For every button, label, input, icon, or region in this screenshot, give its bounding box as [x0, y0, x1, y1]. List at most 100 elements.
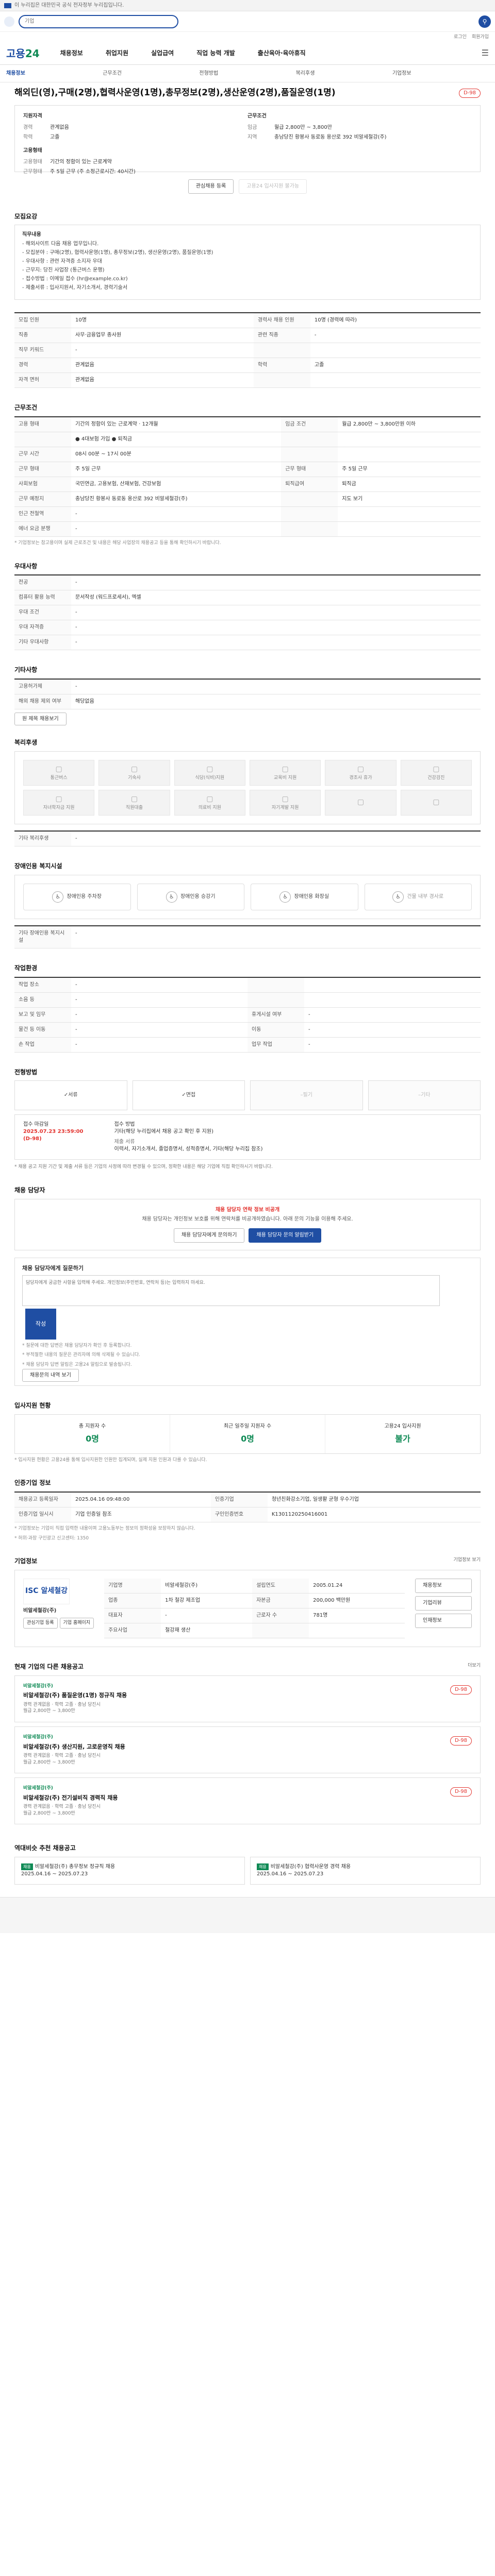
company-side-review[interactable]: 기업리뷰 [415, 1596, 472, 1611]
section-title: 전형방법 [14, 1068, 38, 1076]
recommend-title[interactable]: 비알세철강(주) 협력사운영 경력 채용 [271, 1864, 351, 1870]
row-value: 국민연금, 고용보험, 산재보험, 건강보험 [71, 477, 282, 493]
gnb-item-parental[interactable]: 출산육아·육아휴직 [258, 49, 306, 58]
tab-company[interactable]: 기업정보 [392, 70, 489, 77]
table-row: 소음 등- [14, 992, 481, 1008]
table-row: 컴퓨터 활용 능력 문서작성 (워드프로세서), 엑셀 [14, 590, 481, 606]
row-label [281, 432, 338, 448]
section-title: 입사지원 현황 [14, 1402, 51, 1410]
tab-method[interactable]: 전형방법 [199, 70, 295, 77]
table-row: 모집 인원 10명 경력사 채용 인원 10명 (경력에 따라) [14, 313, 481, 329]
tab-condition[interactable]: 근무조건 [103, 70, 199, 77]
search-icon[interactable]: ⚲ [478, 15, 491, 28]
dday-badge: D-98 [458, 89, 481, 98]
table-row: 주요사업 철강재 생산 [104, 1623, 405, 1638]
section-etc: 기타사항 고용허가제 - 해외 채용 제외 여부 해당없음 원 제목 채용보기 [14, 663, 481, 726]
gnb-item-benefit[interactable]: 실업급여 [151, 49, 174, 58]
list-item[interactable]: 비알세철강(주) 비알세철강(주) 생산지원, 고로운영직 채용 경력 관계없음 ·… [14, 1726, 481, 1774]
welfare-icon: ▢ [206, 794, 213, 803]
tab-welfare[interactable]: 복리후생 [296, 70, 392, 77]
section-title: 채용 담당자 [14, 1187, 45, 1194]
list-item[interactable]: 비알세철강(주) 비알세철강(주) 전기설비직 경력직 채용 경력 관계없음 · 학… [14, 1777, 481, 1825]
table-row: 손 작업 - 업무 작업 - [14, 1037, 481, 1053]
company-home-button[interactable]: 기업 홈페이지 [59, 1617, 94, 1629]
signup-link[interactable]: 회원가입 [472, 34, 489, 41]
etc-table: 고용허가제 - 해외 채용 제외 여부 해당없음 [14, 679, 481, 710]
recommend-card[interactable]: 채용 비알세철강(주) 총무정보 정규직 채용 2025.04.16 ~ 2025.… [14, 1857, 245, 1885]
welfare-label: 기숙사 [128, 775, 141, 781]
section-contact: 채용 담당자 채용 담당자 연락 정보 비공개 채용 담당자는 개인정보 보호를… [14, 1183, 481, 1386]
view-original-button[interactable]: 원 제목 채용보기 [14, 713, 67, 726]
row-label: 고용허가제 [14, 679, 71, 695]
section-company: 기업정보 기업정보 보기 ISC 알세철강 비알세철강(주) 관심기업 등록 기업… [14, 1554, 481, 1647]
company-name: 비알세철강(주) [23, 1607, 57, 1614]
recommend-card[interactable]: 채용 비알세철강(주) 협력사운영 경력 채용 2025.04.16 ~ 2025.… [250, 1857, 481, 1885]
gov-banner: 이 누리집은 대한민국 공식 전자정부 누리집입니다. [0, 0, 495, 11]
table-row: 인근 전철역 - [14, 506, 481, 522]
listing-title[interactable]: 비알세철강(주) 생산지원, 고로운영직 채용 [23, 1743, 125, 1751]
company-logo: ISC 알세철강 [23, 1578, 70, 1604]
company-more-link[interactable]: 기업정보 보기 [453, 1557, 481, 1564]
listing-title[interactable]: 비알세철강(주) 품질운영(1명) 정규직 채용 [23, 1691, 127, 1699]
title-area: 해외딘(영),구매(2명),협력사운영(1명),총무정보(2명),생산운영(2명… [0, 82, 495, 100]
gnb-item-support[interactable]: 취업지원 [106, 49, 128, 58]
table-row: 직종 사무·금융업무 종사원 관련 직종 - [14, 328, 481, 344]
row-label: 인증기업 [210, 1492, 268, 1507]
question-history-button[interactable]: 채용문의 내역 보기 [22, 1369, 79, 1382]
same-company-list: 비알세철강(주) 비알세철강(주) 품질운영(1명) 정규직 채용 경력 관계없음 … [14, 1675, 481, 1825]
company-fav-button[interactable]: 관심기업 등록 [23, 1617, 58, 1629]
search-input[interactable] [19, 14, 178, 28]
welfare-grid: ▢ 통근버스 ▢ 기숙사 ▢ 식당(식비)지원 ▢ 교육비 지원 ▢ 경조사 휴가 ▢ 건강검진 ▢ 자녀… [14, 751, 481, 825]
contact-notify-button[interactable]: 채용 담당자 문의 알림받기 [249, 1228, 322, 1243]
job-desc-line: - 근무지: 당진 사업장 (통근버스 운행) [22, 267, 105, 274]
summary-value: 고졸 [50, 134, 60, 140]
company-card: ISC 알세철강 비알세철강(주) 관심기업 등록 기업 홈페이지 기업명 비알세… [14, 1569, 481, 1647]
row-value: 관계없음 [71, 358, 254, 374]
listing-salary: 월급 2,800만 ~ 3,800만 [23, 1810, 75, 1816]
section-cert: 인증기업 정보 채용공고 등록일자 2025.04.16 09:48:00 인증기업… [14, 1476, 481, 1541]
method-sub-value: 이력서, 자기소개서, 졸업증명서, 성적증명서, 기타(해당 누리집 참조) [114, 1146, 263, 1153]
contact-alert-head: 채용 담당자 연락 정보 비공개 [215, 1207, 280, 1213]
listing-title[interactable]: 비알세철강(주) 전기설비직 경력직 채용 [23, 1794, 118, 1802]
tab-recruit[interactable]: 채용정보 [6, 70, 103, 77]
condition-note: * 기업정보는 참고용이며 실제 근로조건 및 내용은 해당 사업장의 채용공고… [14, 540, 221, 546]
job-desc-line: - 모집분야 : 구매(2명), 협력사운영(1명), 총무정보(2명), 생산… [22, 250, 213, 256]
row-label [253, 372, 310, 388]
list-item[interactable]: 비알세철강(주) 비알세철강(주) 품질운영(1명) 정규직 채용 경력 관계없음 … [14, 1675, 481, 1722]
apply-button[interactable]: 고용24 입사지원 불가능 [239, 179, 307, 194]
row-label: 우대 조건 [14, 605, 71, 621]
summary-value: 관계없음 [50, 124, 69, 130]
table-row: 대표자 - 근로자 수 781명 [104, 1608, 405, 1623]
question-input[interactable] [22, 1275, 440, 1307]
site-logo[interactable]: 고용24 [6, 46, 40, 61]
hamburger-menu-icon[interactable]: ☰ [482, 47, 489, 59]
row-label: 작업 장소 [14, 977, 71, 993]
row-value: 주 5일 근무 [338, 462, 481, 478]
contact-ask-button[interactable]: 채용 담당자에게 문의하기 [173, 1228, 245, 1243]
row-value [338, 521, 481, 537]
row-label: 근무 형태 [14, 462, 71, 478]
accessibility-icon: ♿ [52, 891, 64, 903]
table-row: 인증기업 일시시 기업 인증일 참조 구인인증번호 K1301120250416001 [14, 1507, 481, 1522]
login-link[interactable]: 로그인 [454, 34, 467, 41]
company-side-jobs[interactable]: 채용정보 [415, 1578, 472, 1593]
same-more-link[interactable]: 더보기 [468, 1663, 481, 1669]
welfare-card: ▢ [325, 790, 397, 816]
global-nav: 채용정보 취업지원 실업급여 직업 능력 개발 출산육아·육아휴직 [60, 49, 482, 58]
recommend-title[interactable]: 비알세철강(주) 총무정보 정규직 채용 [35, 1864, 115, 1870]
question-send-button[interactable]: 작성 [25, 1308, 56, 1340]
summary-value: 기간의 정함이 있는 근로계약 [50, 159, 112, 165]
table-row: 사회보험 국민연금, 고용보험, 산재보험, 건강보험 퇴직급여 퇴직금 [14, 477, 481, 493]
dday-badge: D-98 [450, 1736, 472, 1745]
disability-label: 건물 내부 경사로 [407, 893, 444, 900]
gnb-item-jobs[interactable]: 채용정보 [60, 49, 83, 58]
row-value: 2005.01.24 [309, 1578, 405, 1594]
company-side-talent[interactable]: 인재정보 [415, 1613, 472, 1628]
section-apply-status: 입사지원 현황 총 지원자 수 0명 최근 일주일 지원자 수 0명 고용24 입사지원… [14, 1398, 481, 1463]
row-value [310, 343, 481, 359]
table-row: 물건 등 이동 - 이동 - [14, 1022, 481, 1038]
question-note: * 채용 담당자 답변 알림은 고용24 알림으로 발송됩니다. [22, 1362, 132, 1367]
scrap-button[interactable]: 관심채용 등록 [188, 179, 234, 194]
row-value [309, 1623, 405, 1638]
gnb-item-training[interactable]: 직업 능력 개발 [196, 49, 235, 58]
